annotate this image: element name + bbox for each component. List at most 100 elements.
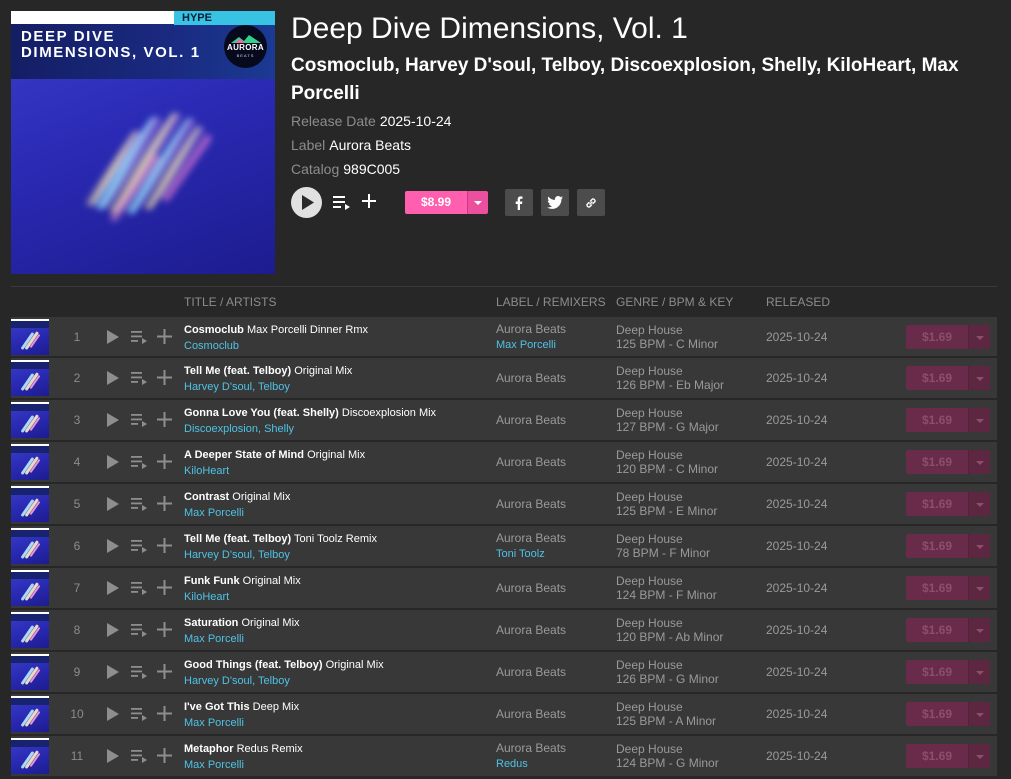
track-artists[interactable]: KiloHeart xyxy=(184,590,229,604)
add-to-queue-icon[interactable] xyxy=(131,539,148,553)
track-price[interactable]: $1.69 xyxy=(906,618,968,642)
track-price-dropdown[interactable] xyxy=(968,325,990,349)
track-genre[interactable]: Deep House xyxy=(616,700,683,714)
track-label[interactable]: Aurora Beats xyxy=(496,623,566,637)
add-to-queue-icon[interactable] xyxy=(131,413,148,427)
buy-release-button[interactable]: $8.99 xyxy=(405,191,488,214)
track-label[interactable]: Aurora Beats xyxy=(496,581,566,595)
plus-icon[interactable] xyxy=(157,664,172,679)
facebook-share-button[interactable] xyxy=(505,189,533,216)
track-genre[interactable]: Deep House xyxy=(616,448,683,462)
add-to-queue-icon[interactable] xyxy=(333,195,351,210)
add-to-queue-icon[interactable] xyxy=(131,749,148,763)
track-label[interactable]: Aurora Beats xyxy=(496,322,566,336)
plus-icon[interactable] xyxy=(157,329,172,344)
buy-track-button[interactable]: $1.69 xyxy=(906,702,990,726)
track-artists[interactable]: Cosmoclub xyxy=(184,339,239,353)
track-artists[interactable]: Max Porcelli xyxy=(184,758,244,772)
track-artists[interactable]: Max Porcelli xyxy=(184,716,244,730)
track-price[interactable]: $1.69 xyxy=(906,325,968,349)
track-title[interactable]: Metaphor Redus Remix xyxy=(184,742,303,756)
plus-icon[interactable] xyxy=(157,538,172,553)
track-row[interactable]: 8 Saturation Original Mix Max Porcelli A… xyxy=(11,610,997,650)
track-artists[interactable]: Harvey D'soul, Telboy xyxy=(184,380,290,394)
track-row[interactable]: 2 Tell Me (feat. Telboy) Original Mix Ha… xyxy=(11,358,997,398)
track-remixer[interactable]: Toni Toolz xyxy=(496,547,545,561)
twitter-share-button[interactable] xyxy=(541,189,569,216)
track-remixer[interactable]: Redus xyxy=(496,757,528,771)
release-price-dropdown[interactable] xyxy=(467,191,488,214)
buy-track-button[interactable]: $1.69 xyxy=(906,618,990,642)
track-row[interactable]: 10 I've Got This Deep Mix Max Porcelli A… xyxy=(11,694,997,734)
add-to-queue-icon[interactable] xyxy=(131,623,148,637)
track-row[interactable]: 11 Metaphor Redus Remix Max Porcelli Aur… xyxy=(11,736,997,776)
track-title[interactable]: Tell Me (feat. Telboy) Toni Toolz Remix xyxy=(184,532,377,546)
play-release-button[interactable] xyxy=(291,187,322,218)
track-thumbnail[interactable] xyxy=(11,319,49,355)
track-price[interactable]: $1.69 xyxy=(906,408,968,432)
add-to-queue-icon[interactable] xyxy=(131,665,148,679)
add-to-queue-icon[interactable] xyxy=(131,330,148,344)
track-price[interactable]: $1.69 xyxy=(906,534,968,558)
track-thumbnail[interactable] xyxy=(11,444,49,480)
play-track-icon[interactable] xyxy=(107,413,119,427)
buy-track-button[interactable]: $1.69 xyxy=(906,660,990,684)
plus-icon[interactable] xyxy=(157,412,172,427)
track-price[interactable]: $1.69 xyxy=(906,660,968,684)
track-price-dropdown[interactable] xyxy=(968,408,990,432)
track-artists[interactable]: Harvey D'soul, Telboy xyxy=(184,548,290,562)
track-price-dropdown[interactable] xyxy=(968,618,990,642)
track-label[interactable]: Aurora Beats xyxy=(496,455,566,469)
release-artists[interactable]: Cosmoclub, Harvey D'soul, Telboy, Discoe… xyxy=(291,52,981,108)
add-to-queue-icon[interactable] xyxy=(131,371,148,385)
track-genre[interactable]: Deep House xyxy=(616,658,683,672)
track-price[interactable]: $1.69 xyxy=(906,366,968,390)
play-track-icon[interactable] xyxy=(107,581,119,595)
play-track-icon[interactable] xyxy=(107,539,119,553)
play-track-icon[interactable] xyxy=(107,455,119,469)
track-thumbnail[interactable] xyxy=(11,360,49,396)
track-label[interactable]: Aurora Beats xyxy=(496,707,566,721)
track-title[interactable]: Cosmoclub Max Porcelli Dinner Rmx xyxy=(184,323,368,337)
plus-icon[interactable] xyxy=(157,706,172,721)
track-thumbnail[interactable] xyxy=(11,654,49,690)
track-artists[interactable]: Max Porcelli xyxy=(184,632,244,646)
track-genre[interactable]: Deep House xyxy=(616,616,683,630)
track-artists[interactable]: Harvey D'soul, Telboy xyxy=(184,674,290,688)
buy-track-button[interactable]: $1.69 xyxy=(906,534,990,558)
track-remixer[interactable]: Max Porcelli xyxy=(496,338,556,352)
track-title[interactable]: Gonna Love You (feat. Shelly) Discoexplo… xyxy=(184,406,436,420)
plus-icon[interactable] xyxy=(157,454,172,469)
track-label[interactable]: Aurora Beats xyxy=(496,371,566,385)
buy-track-button[interactable]: $1.69 xyxy=(906,366,990,390)
track-price-dropdown[interactable] xyxy=(968,702,990,726)
track-price[interactable]: $1.69 xyxy=(906,576,968,600)
track-row[interactable]: 1 Cosmoclub Max Porcelli Dinner Rmx Cosm… xyxy=(11,317,997,356)
plus-icon[interactable] xyxy=(361,193,377,209)
track-artists[interactable]: Max Porcelli xyxy=(184,506,244,520)
buy-track-button[interactable]: $1.69 xyxy=(906,492,990,516)
track-row[interactable]: 7 Funk Funk Original Mix KiloHeart Auror… xyxy=(11,568,997,608)
track-price-dropdown[interactable] xyxy=(968,450,990,474)
track-genre[interactable]: Deep House xyxy=(616,532,683,546)
track-title[interactable]: I've Got This Deep Mix xyxy=(184,700,299,714)
add-to-queue-icon[interactable] xyxy=(131,707,148,721)
track-genre[interactable]: Deep House xyxy=(616,574,683,588)
track-label[interactable]: Aurora Beats xyxy=(496,413,566,427)
track-label[interactable]: Aurora Beats xyxy=(496,531,566,545)
track-thumbnail[interactable] xyxy=(11,696,49,732)
track-price-dropdown[interactable] xyxy=(968,744,990,768)
play-track-icon[interactable] xyxy=(107,371,119,385)
play-track-icon[interactable] xyxy=(107,749,119,763)
track-artists[interactable]: KiloHeart xyxy=(184,464,229,478)
track-thumbnail[interactable] xyxy=(11,570,49,606)
track-genre[interactable]: Deep House xyxy=(616,742,683,756)
track-title[interactable]: Contrast Original Mix xyxy=(184,490,290,504)
play-track-icon[interactable] xyxy=(107,623,119,637)
track-price[interactable]: $1.69 xyxy=(906,702,968,726)
track-price-dropdown[interactable] xyxy=(968,492,990,516)
track-title[interactable]: Tell Me (feat. Telboy) Original Mix xyxy=(184,364,352,378)
track-price[interactable]: $1.69 xyxy=(906,744,968,768)
buy-track-button[interactable]: $1.69 xyxy=(906,325,990,349)
track-price-dropdown[interactable] xyxy=(968,660,990,684)
